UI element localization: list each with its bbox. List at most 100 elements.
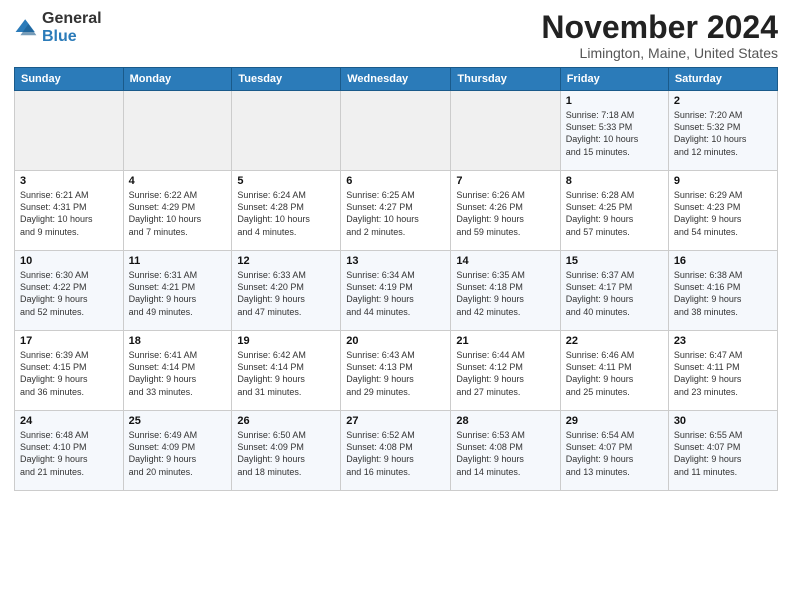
day-info: Sunrise: 6:44 AM Sunset: 4:12 PM Dayligh… [456, 349, 554, 398]
day-info: Sunrise: 6:49 AM Sunset: 4:09 PM Dayligh… [129, 429, 227, 478]
calendar-cell: 9Sunrise: 6:29 AM Sunset: 4:23 PM Daylig… [668, 171, 777, 251]
logo-text: General Blue [42, 10, 102, 45]
day-number: 10 [20, 255, 118, 267]
calendar-cell: 15 Sunrise: 6:37 AM Sunset: 4:17 PM Dayli… [560, 251, 668, 331]
day-number: 29 [566, 415, 663, 427]
calendar-cell: 10 Sunrise: 6:30 AM Sunset: 4:22 PM Dayli… [15, 251, 124, 331]
week-row-3: 10 Sunrise: 6:30 AM Sunset: 4:22 PM Dayli… [15, 251, 778, 331]
calendar-cell [15, 91, 124, 171]
week-row-4: 17Sunrise: 6:39 AM Sunset: 4:15 PM Dayli… [15, 331, 778, 411]
calendar-cell: 27 Sunrise: 6:52 AM Sunset: 4:08 PM Dayli… [341, 411, 451, 491]
day-number: 24 [20, 415, 118, 427]
logo: General Blue [14, 10, 102, 45]
day-info: Sunrise: 6:34 AM Sunset: 4:19 PM Dayligh… [346, 269, 445, 318]
day-info: Sunrise: 6:39 AM Sunset: 4:15 PM Dayligh… [20, 349, 118, 398]
day-number: 7 [456, 175, 554, 187]
day-number: 21 [456, 335, 554, 347]
calendar-cell: 14 Sunrise: 6:35 AM Sunset: 4:18 PM Dayli… [451, 251, 560, 331]
calendar-cell: 4Sunrise: 6:22 AM Sunset: 4:29 PM Daylig… [123, 171, 232, 251]
day-number: 27 [346, 415, 445, 427]
day-info: Sunrise: 6:33 AM Sunset: 4:20 PM Dayligh… [237, 269, 335, 318]
calendar-cell: 24 Sunrise: 6:48 AM Sunset: 4:10 PM Dayli… [15, 411, 124, 491]
calendar-cell: 21 Sunrise: 6:44 AM Sunset: 4:12 PM Dayli… [451, 331, 560, 411]
header-row: Sunday Monday Tuesday Wednesday Thursday… [15, 68, 778, 91]
calendar-cell: 16 Sunrise: 6:38 AM Sunset: 4:16 PM Dayli… [668, 251, 777, 331]
day-number: 5 [237, 175, 335, 187]
page: General Blue November 2024 Limington, Ma… [0, 0, 792, 612]
day-number: 23 [674, 335, 772, 347]
calendar-cell: 7 Sunrise: 6:26 AM Sunset: 4:26 PM Daylig… [451, 171, 560, 251]
day-info: Sunrise: 6:35 AM Sunset: 4:18 PM Dayligh… [456, 269, 554, 318]
day-number: 26 [237, 415, 335, 427]
calendar-cell: 5 Sunrise: 6:24 AM Sunset: 4:28 PM Daylig… [232, 171, 341, 251]
day-info: Sunrise: 7:20 AM Sunset: 5:32 PM Dayligh… [674, 109, 772, 158]
day-number: 6 [346, 175, 445, 187]
day-number: 19 [237, 335, 335, 347]
col-sunday: Sunday [15, 68, 124, 91]
col-monday: Monday [123, 68, 232, 91]
col-saturday: Saturday [668, 68, 777, 91]
day-number: 14 [456, 255, 554, 267]
day-info: Sunrise: 6:53 AM Sunset: 4:08 PM Dayligh… [456, 429, 554, 478]
day-info: Sunrise: 6:26 AM Sunset: 4:26 PM Dayligh… [456, 189, 554, 238]
calendar-body: 1Sunrise: 7:18 AM Sunset: 5:33 PM Daylig… [15, 91, 778, 491]
calendar-header: Sunday Monday Tuesday Wednesday Thursday… [15, 68, 778, 91]
calendar-cell: 28 Sunrise: 6:53 AM Sunset: 4:08 PM Dayli… [451, 411, 560, 491]
day-number: 22 [566, 335, 663, 347]
calendar-table: Sunday Monday Tuesday Wednesday Thursday… [14, 67, 778, 491]
calendar-cell [451, 91, 560, 171]
day-info: Sunrise: 6:25 AM Sunset: 4:27 PM Dayligh… [346, 189, 445, 238]
day-info: Sunrise: 6:30 AM Sunset: 4:22 PM Dayligh… [20, 269, 118, 318]
calendar-cell [232, 91, 341, 171]
day-info: Sunrise: 6:37 AM Sunset: 4:17 PM Dayligh… [566, 269, 663, 318]
calendar-cell: 22 Sunrise: 6:46 AM Sunset: 4:11 PM Dayli… [560, 331, 668, 411]
day-info: Sunrise: 6:38 AM Sunset: 4:16 PM Dayligh… [674, 269, 772, 318]
day-info: Sunrise: 6:21 AM Sunset: 4:31 PM Dayligh… [20, 189, 118, 238]
day-number: 13 [346, 255, 445, 267]
day-info: Sunrise: 6:46 AM Sunset: 4:11 PM Dayligh… [566, 349, 663, 398]
day-info: Sunrise: 6:50 AM Sunset: 4:09 PM Dayligh… [237, 429, 335, 478]
calendar-cell: 2 Sunrise: 7:20 AM Sunset: 5:32 PM Daylig… [668, 91, 777, 171]
day-number: 16 [674, 255, 772, 267]
calendar-cell: 17Sunrise: 6:39 AM Sunset: 4:15 PM Dayli… [15, 331, 124, 411]
day-info: Sunrise: 6:29 AM Sunset: 4:23 PM Dayligh… [674, 189, 772, 238]
calendar-cell: 26 Sunrise: 6:50 AM Sunset: 4:09 PM Dayli… [232, 411, 341, 491]
day-number: 20 [346, 335, 445, 347]
day-info: Sunrise: 6:28 AM Sunset: 4:25 PM Dayligh… [566, 189, 663, 238]
day-info: Sunrise: 6:52 AM Sunset: 4:08 PM Dayligh… [346, 429, 445, 478]
day-number: 2 [674, 95, 772, 107]
col-tuesday: Tuesday [232, 68, 341, 91]
calendar-cell: 23 Sunrise: 6:47 AM Sunset: 4:11 PM Dayli… [668, 331, 777, 411]
day-info: Sunrise: 6:31 AM Sunset: 4:21 PM Dayligh… [129, 269, 227, 318]
day-number: 18 [129, 335, 227, 347]
month-title: November 2024 [541, 10, 778, 45]
day-info: Sunrise: 6:48 AM Sunset: 4:10 PM Dayligh… [20, 429, 118, 478]
day-number: 3 [20, 175, 118, 187]
day-info: Sunrise: 7:18 AM Sunset: 5:33 PM Dayligh… [566, 109, 663, 158]
week-row-2: 3 Sunrise: 6:21 AM Sunset: 4:31 PM Daylig… [15, 171, 778, 251]
header: General Blue November 2024 Limington, Ma… [14, 10, 778, 61]
day-number: 28 [456, 415, 554, 427]
calendar-cell: 29 Sunrise: 6:54 AM Sunset: 4:07 PM Dayli… [560, 411, 668, 491]
day-number: 11 [129, 255, 227, 267]
calendar-cell: 12Sunrise: 6:33 AM Sunset: 4:20 PM Dayli… [232, 251, 341, 331]
day-info: Sunrise: 6:41 AM Sunset: 4:14 PM Dayligh… [129, 349, 227, 398]
calendar-cell: 11 Sunrise: 6:31 AM Sunset: 4:21 PM Dayli… [123, 251, 232, 331]
calendar-cell: 13 Sunrise: 6:34 AM Sunset: 4:19 PM Dayli… [341, 251, 451, 331]
day-number: 30 [674, 415, 772, 427]
day-number: 15 [566, 255, 663, 267]
col-thursday: Thursday [451, 68, 560, 91]
calendar-cell: 6 Sunrise: 6:25 AM Sunset: 4:27 PM Daylig… [341, 171, 451, 251]
logo-general: General [42, 10, 102, 27]
logo-blue: Blue [42, 28, 77, 45]
col-friday: Friday [560, 68, 668, 91]
day-info: Sunrise: 6:47 AM Sunset: 4:11 PM Dayligh… [674, 349, 772, 398]
calendar-cell [341, 91, 451, 171]
week-row-5: 24 Sunrise: 6:48 AM Sunset: 4:10 PM Dayli… [15, 411, 778, 491]
calendar-cell: 8Sunrise: 6:28 AM Sunset: 4:25 PM Daylig… [560, 171, 668, 251]
day-number: 4 [129, 175, 227, 187]
day-info: Sunrise: 6:55 AM Sunset: 4:07 PM Dayligh… [674, 429, 772, 478]
calendar-cell: 20Sunrise: 6:43 AM Sunset: 4:13 PM Dayli… [341, 331, 451, 411]
day-info: Sunrise: 6:54 AM Sunset: 4:07 PM Dayligh… [566, 429, 663, 478]
day-info: Sunrise: 6:24 AM Sunset: 4:28 PM Dayligh… [237, 189, 335, 238]
